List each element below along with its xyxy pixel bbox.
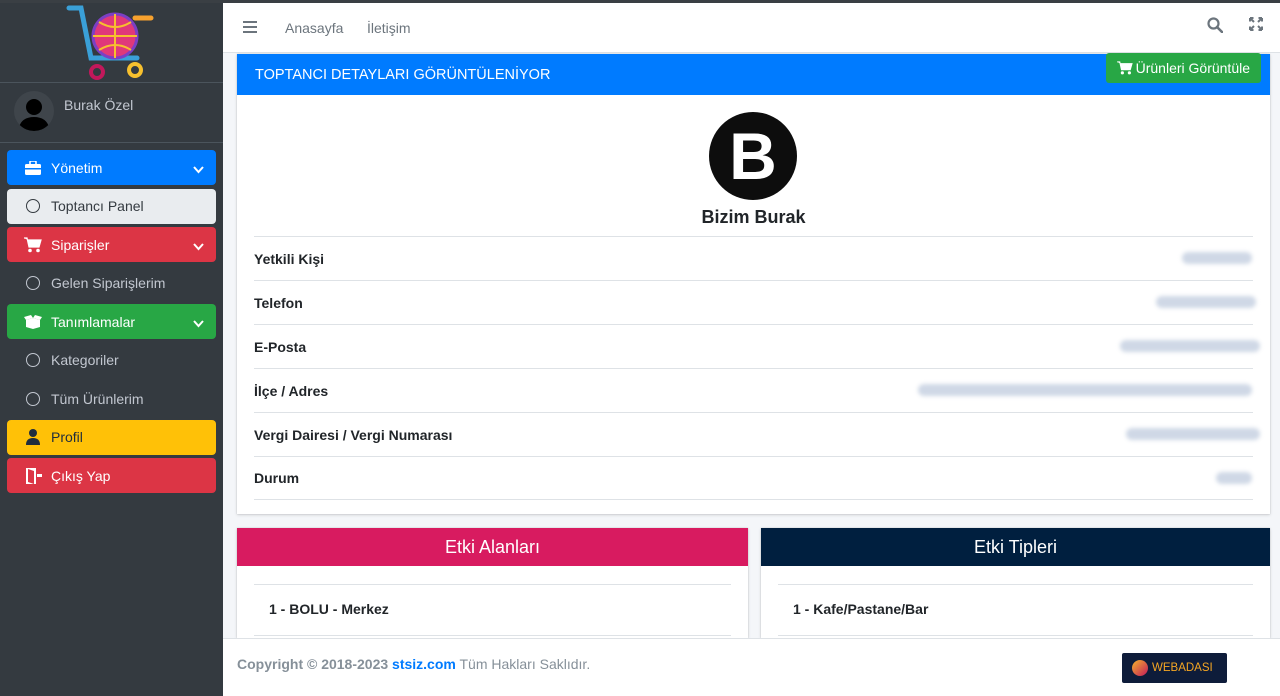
sidebar-item-profil[interactable]: Profil — [7, 419, 216, 455]
circle-icon — [23, 391, 43, 406]
card-header: TOPTANCI DETAYLARI GÖRÜNTÜLENİYOR Ürünle… — [237, 53, 1270, 95]
nav-link-iletisim[interactable]: İletişim — [367, 20, 411, 36]
chevron-down-icon — [193, 161, 204, 177]
list-item: 1 - BOLU - Merkez — [254, 584, 731, 636]
coverage-areas-card: Etki Alanları 1 - BOLU - Merkez — [237, 528, 748, 638]
user-avatar-icon — [18, 99, 50, 131]
nav-link-anasayfa[interactable]: Anasayfa — [285, 20, 343, 36]
sidebar-item-label: Yönetim — [51, 159, 103, 176]
circle-icon — [23, 276, 43, 290]
box-open-icon — [23, 314, 43, 329]
detail-label: Durum — [254, 470, 300, 486]
redacted-value — [1120, 340, 1260, 352]
sidebar-item-label: Tanımlamalar — [51, 313, 136, 330]
user-panel[interactable]: Burak Özel — [0, 83, 223, 143]
chevron-down-icon — [193, 315, 204, 331]
sidebar-item-label: Siparişler — [51, 236, 110, 253]
detail-label: E-Posta — [254, 338, 307, 355]
detail-label: Telefon — [254, 294, 303, 311]
supplier-logo: B — [709, 112, 797, 200]
business-types-card: Etki Tipleri 1 - Kafe/Pastane/Bar — [761, 528, 1270, 638]
sidebar-item-kategoriler[interactable]: Kategoriler — [7, 343, 216, 378]
coverage-areas-header: Etki Alanları — [237, 528, 748, 566]
detail-row-eposta: E-Posta — [254, 324, 1260, 368]
sidebar-item-label: Gelen Siparişlerim — [51, 275, 166, 291]
redacted-value — [1156, 296, 1256, 308]
circle-icon — [23, 353, 43, 367]
sidebar-item-cikis-yap[interactable]: Çıkış Yap — [7, 458, 216, 493]
sidebar-item-label: Kategoriler — [51, 352, 119, 368]
webadasi-logo-icon — [1132, 660, 1148, 676]
circle-icon — [23, 199, 43, 213]
footer: Copyright © 2018-2023 stsiz.com Tüm Hakl… — [223, 638, 1280, 696]
sidebar-item-label: Toptancı Panel — [51, 198, 144, 214]
redacted-value — [1182, 252, 1252, 264]
footer-text: Copyright © 2018-2023 stsiz.com Tüm Hakl… — [237, 656, 590, 672]
user-icon — [23, 429, 43, 445]
view-products-label: Ürünleri Görüntüle — [1135, 60, 1250, 76]
detail-row-telefon: Telefon — [254, 280, 1256, 324]
sidebar: Burak Özel Yönetim Toptancı Panel Sipari… — [0, 3, 223, 696]
sidebar-item-label: Çıkış Yap — [51, 467, 111, 484]
fullscreen-icon[interactable] — [1249, 17, 1263, 34]
sidebar-item-tanimlamalar[interactable]: Tanımlamalar — [7, 304, 216, 339]
detail-row-durum: Durum — [254, 456, 1253, 500]
copyright-text: Copyright © 2018-2023 — [237, 656, 389, 672]
webadasi-badge[interactable]: WEBADASI — [1122, 653, 1227, 683]
redacted-value — [918, 384, 1252, 396]
sidebar-item-gelen-siparislerim[interactable]: Gelen Siparişlerim — [7, 266, 216, 301]
redacted-value — [1216, 472, 1252, 484]
view-products-button[interactable]: Ürünleri Görüntüle — [1105, 53, 1261, 83]
door-exit-icon — [23, 467, 43, 484]
detail-row-adres: İlçe / Adres — [254, 368, 1253, 412]
supplier-details-card: TOPTANCI DETAYLARI GÖRÜNTÜLENİYOR Ürünle… — [237, 53, 1270, 514]
sidebar-menu: Yönetim Toptancı Panel Siparişler Gelen … — [0, 143, 223, 493]
supplier-logo-letter: B — [729, 119, 777, 193]
rights-text: Tüm Hakları Saklıdır. — [459, 656, 591, 672]
sidebar-item-toptanci-panel[interactable]: Toptancı Panel — [7, 188, 216, 224]
list-item: 1 - Kafe/Pastane/Bar — [778, 584, 1253, 636]
search-icon[interactable] — [1207, 17, 1224, 36]
card-title: TOPTANCI DETAYLARI GÖRÜNTÜLENİYOR — [255, 66, 551, 83]
detail-label: İlçe / Adres — [254, 382, 329, 399]
hamburger-menu-icon[interactable] — [243, 17, 257, 38]
briefcase-icon — [23, 160, 43, 175]
cart-icon — [1116, 61, 1133, 75]
webadasi-label: WEBADASI — [1152, 662, 1213, 674]
redacted-value — [1126, 428, 1260, 440]
sidebar-item-yonetim[interactable]: Yönetim — [7, 150, 216, 185]
top-navbar: Anasayfa İletişim — [223, 3, 1280, 53]
detail-label: Vergi Dairesi / Vergi Numarası — [254, 426, 453, 443]
footer-site-link[interactable]: stsiz.com — [392, 656, 456, 672]
detail-row-vergi: Vergi Dairesi / Vergi Numarası — [254, 412, 1260, 456]
supplier-name: Bizim Burak — [701, 207, 806, 227]
avatar — [14, 91, 54, 131]
brand-logo[interactable] — [0, 3, 223, 83]
detail-label: Yetkili Kişi — [254, 250, 325, 267]
chevron-down-icon — [193, 238, 204, 254]
details-list: Yetkili Kişi Telefon E-Posta İlçe / Adre… — [254, 236, 1260, 500]
detail-row-yetkili: Yetkili Kişi — [254, 236, 1253, 280]
cart-icon — [23, 236, 43, 253]
sidebar-item-siparisler[interactable]: Siparişler — [7, 227, 216, 262]
shopping-cart-globe-icon — [66, 5, 153, 80]
user-name: Burak Özel — [64, 97, 134, 113]
sidebar-item-label: Profil — [51, 429, 83, 445]
business-types-header: Etki Tipleri — [761, 528, 1270, 566]
sidebar-item-label: Tüm Ürünlerim — [51, 390, 144, 407]
sidebar-item-tum-urunlerim[interactable]: Tüm Ürünlerim — [7, 381, 216, 416]
